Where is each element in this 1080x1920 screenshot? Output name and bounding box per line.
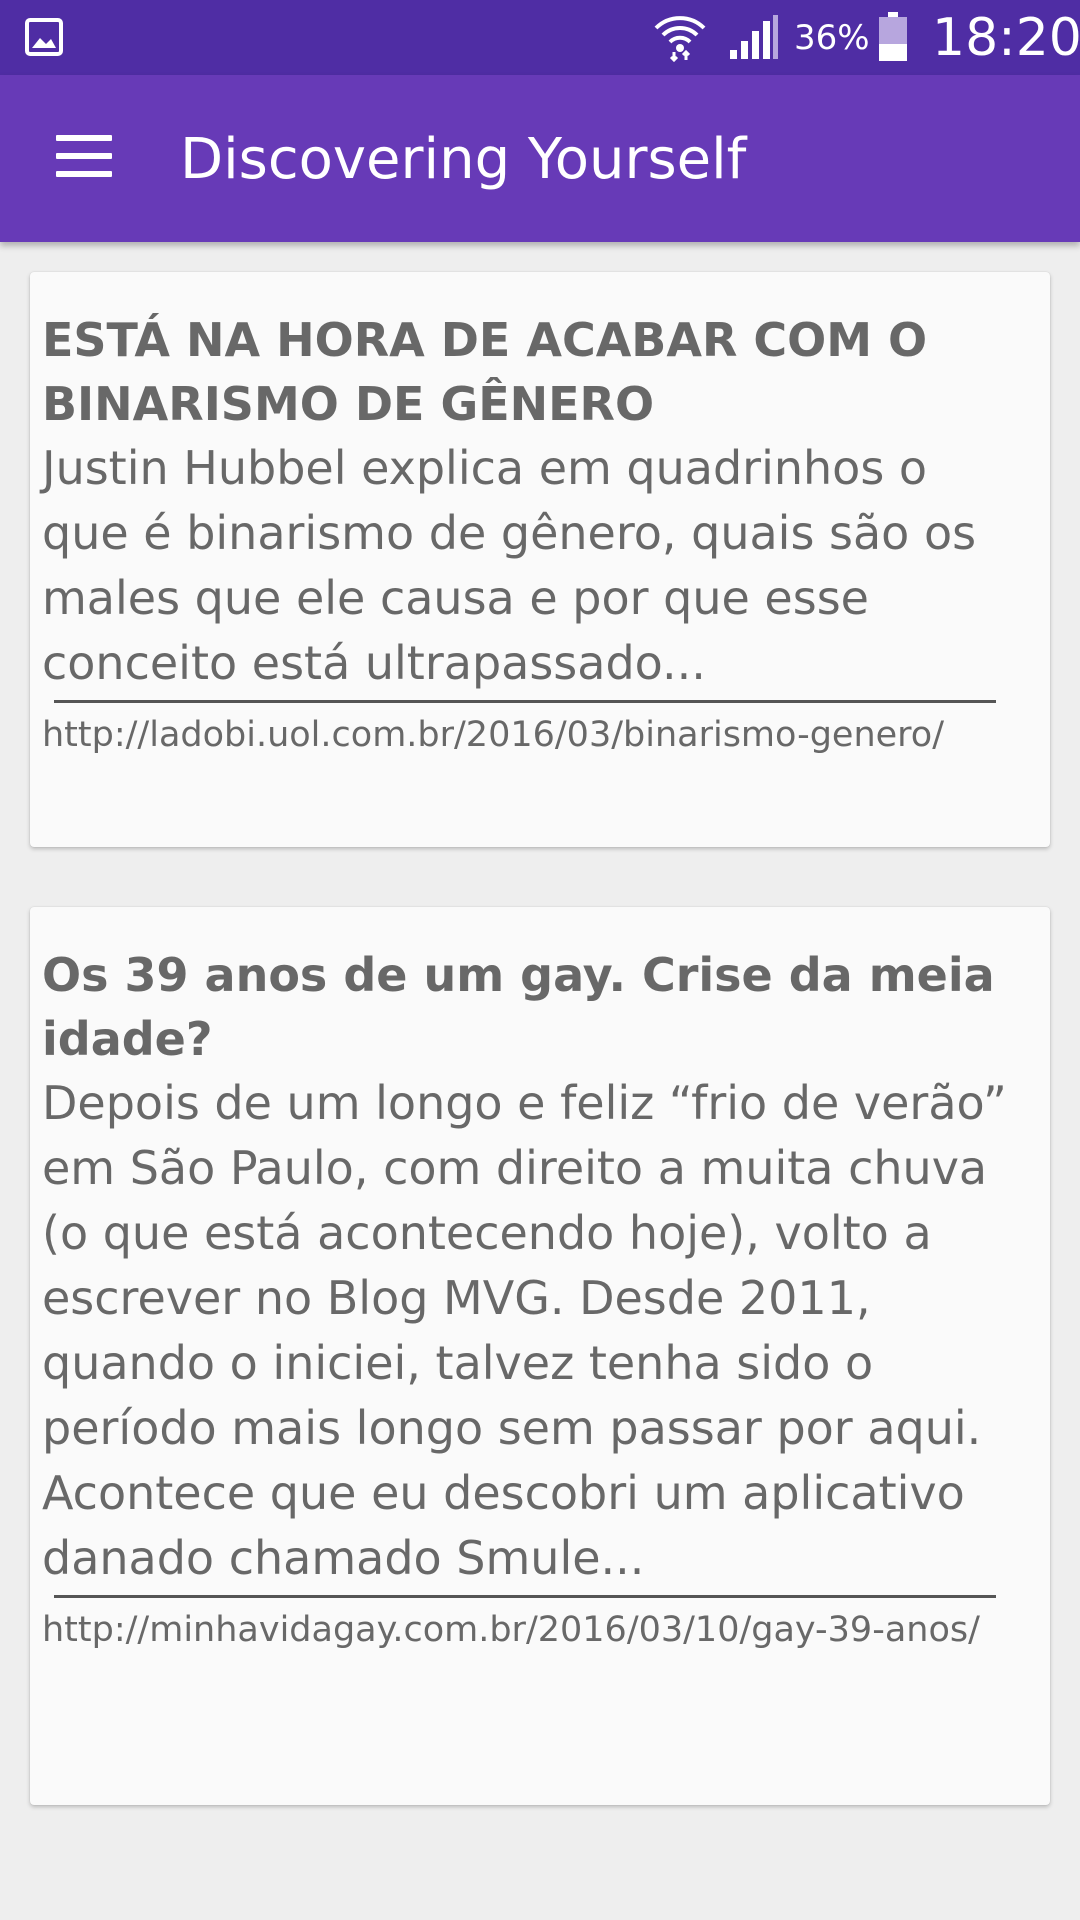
battery-percentage: 36% [794,18,870,58]
article-card[interactable]: Os 39 anos de um gay. Crise da meia idad… [30,907,1050,1805]
page-title: Discovering Yourself [180,127,747,192]
divider [54,1595,996,1598]
article-summary: Justin Hubbel explica em quadrinhos o qu… [42,441,977,690]
article-card[interactable]: ESTÁ NA HORA DE ACABAR COM O BINARISMO D… [30,272,1050,847]
article-summary: Depois de um longo e feliz “frio de verã… [42,1076,1007,1585]
battery-icon [879,12,907,61]
gallery-icon [25,18,63,56]
article-link[interactable]: http://minhavidagay.com.br/2016/03/10/ga… [42,1606,1010,1655]
wifi-icon [654,16,706,62]
divider [54,700,996,703]
signal-icon [730,15,778,59]
status-bar: 36% 18:20 [0,0,1080,75]
clock: 18:20 [932,8,1080,68]
article-title: Os 39 anos de um gay. Crise da meia idad… [42,948,995,1066]
hamburger-menu-icon[interactable] [40,119,128,199]
app-bar: Discovering Yourself [0,75,1080,242]
article-link[interactable]: http://ladobi.uol.com.br/2016/03/binaris… [42,711,1010,760]
article-title: ESTÁ NA HORA DE ACABAR COM O BINARISMO D… [42,313,928,431]
